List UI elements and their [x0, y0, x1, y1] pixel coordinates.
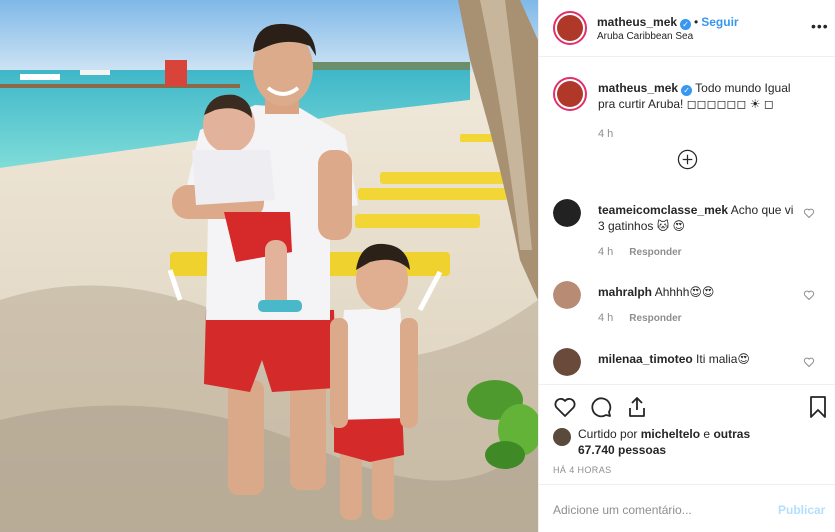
beach-photo-illustration [0, 0, 538, 532]
like-comment-icon[interactable] [803, 289, 815, 301]
comment-time[interactable]: 4 h [598, 312, 613, 324]
separator-dot: • [694, 15, 699, 29]
comment-text: Iti malia😍 [696, 352, 750, 366]
post-header: matheus_mek ✓ • Seguir Aruba Caribbean Sea … [539, 0, 835, 57]
author-line: matheus_mek ✓ • Seguir [597, 15, 739, 30]
post-actions: Curtido por micheltelo e outras 67.740 p… [539, 384, 835, 484]
verified-badge-icon: ✓ [681, 85, 693, 96]
comment-body: teameicomclasse_mek Acho que vi 3 gatinh… [598, 202, 798, 234]
comment-body: milenaa_timoteo Iti malia😍 [598, 351, 798, 367]
comment-username[interactable]: mahralph [598, 285, 652, 299]
comment-avatar[interactable] [553, 281, 581, 309]
comments-section[interactable]: matheus_mek ✓ Todo mundo Igual pra curtir… [539, 57, 835, 384]
like-comment-icon[interactable] [803, 207, 815, 219]
post-side-panel: matheus_mek ✓ • Seguir Aruba Caribbean Sea … [538, 0, 835, 532]
caption-avatar[interactable] [553, 77, 587, 111]
comment-text: Ahhhh😍😍 [654, 285, 715, 299]
like-heart-icon[interactable] [553, 395, 577, 419]
publish-button[interactable]: Publicar [778, 503, 825, 517]
comment-input[interactable]: Adicione um comentário... [553, 503, 692, 517]
verified-badge-icon: ✓ [680, 19, 692, 30]
comment-time[interactable]: 4 h [598, 246, 613, 258]
like-comment-icon[interactable] [803, 356, 815, 368]
likes-prefix: Curtido por [578, 427, 638, 441]
follow-button[interactable]: Seguir [701, 15, 738, 29]
comment-username[interactable]: teameicomclasse_mek [598, 203, 728, 217]
likes-middle: e [703, 427, 711, 441]
more-options-icon[interactable]: ••• [811, 18, 829, 34]
save-bookmark-icon[interactable] [806, 395, 830, 419]
instagram-post: matheus_mek ✓ • Seguir Aruba Caribbean Sea … [0, 0, 835, 532]
likes-text: Curtido por micheltelo e outras 67.740 p… [578, 426, 778, 458]
comment-meta: 4 h Responder [598, 312, 682, 324]
likes-user[interactable]: micheltelo [641, 427, 700, 441]
load-more-comments-icon[interactable] [677, 149, 698, 170]
posted-ago[interactable]: HÁ 4 HORAS [553, 465, 612, 475]
post-photo[interactable] [0, 0, 538, 532]
caption-body: matheus_mek ✓ Todo mundo Igual pra curtir… [598, 80, 798, 112]
comment-avatar[interactable] [553, 348, 581, 376]
caption-username[interactable]: matheus_mek [598, 81, 678, 95]
author-avatar[interactable] [553, 11, 587, 45]
author-username[interactable]: matheus_mek [597, 15, 677, 29]
reply-button[interactable]: Responder [629, 313, 681, 324]
liker-avatar[interactable] [553, 428, 571, 446]
post-location[interactable]: Aruba Caribbean Sea [597, 31, 693, 42]
comment-username[interactable]: milenaa_timoteo [598, 352, 693, 366]
reply-button[interactable]: Responder [629, 247, 681, 258]
share-icon[interactable] [625, 395, 649, 419]
caption-time[interactable]: 4 h [598, 128, 613, 140]
comment-meta: 4 h Responder [598, 246, 682, 258]
add-comment-bar: Adicione um comentário... Publicar [539, 484, 835, 532]
comment-avatar[interactable] [553, 199, 581, 227]
comment-bubble-icon[interactable] [589, 395, 613, 419]
comment-body: mahralph Ahhhh😍😍 [598, 284, 798, 300]
